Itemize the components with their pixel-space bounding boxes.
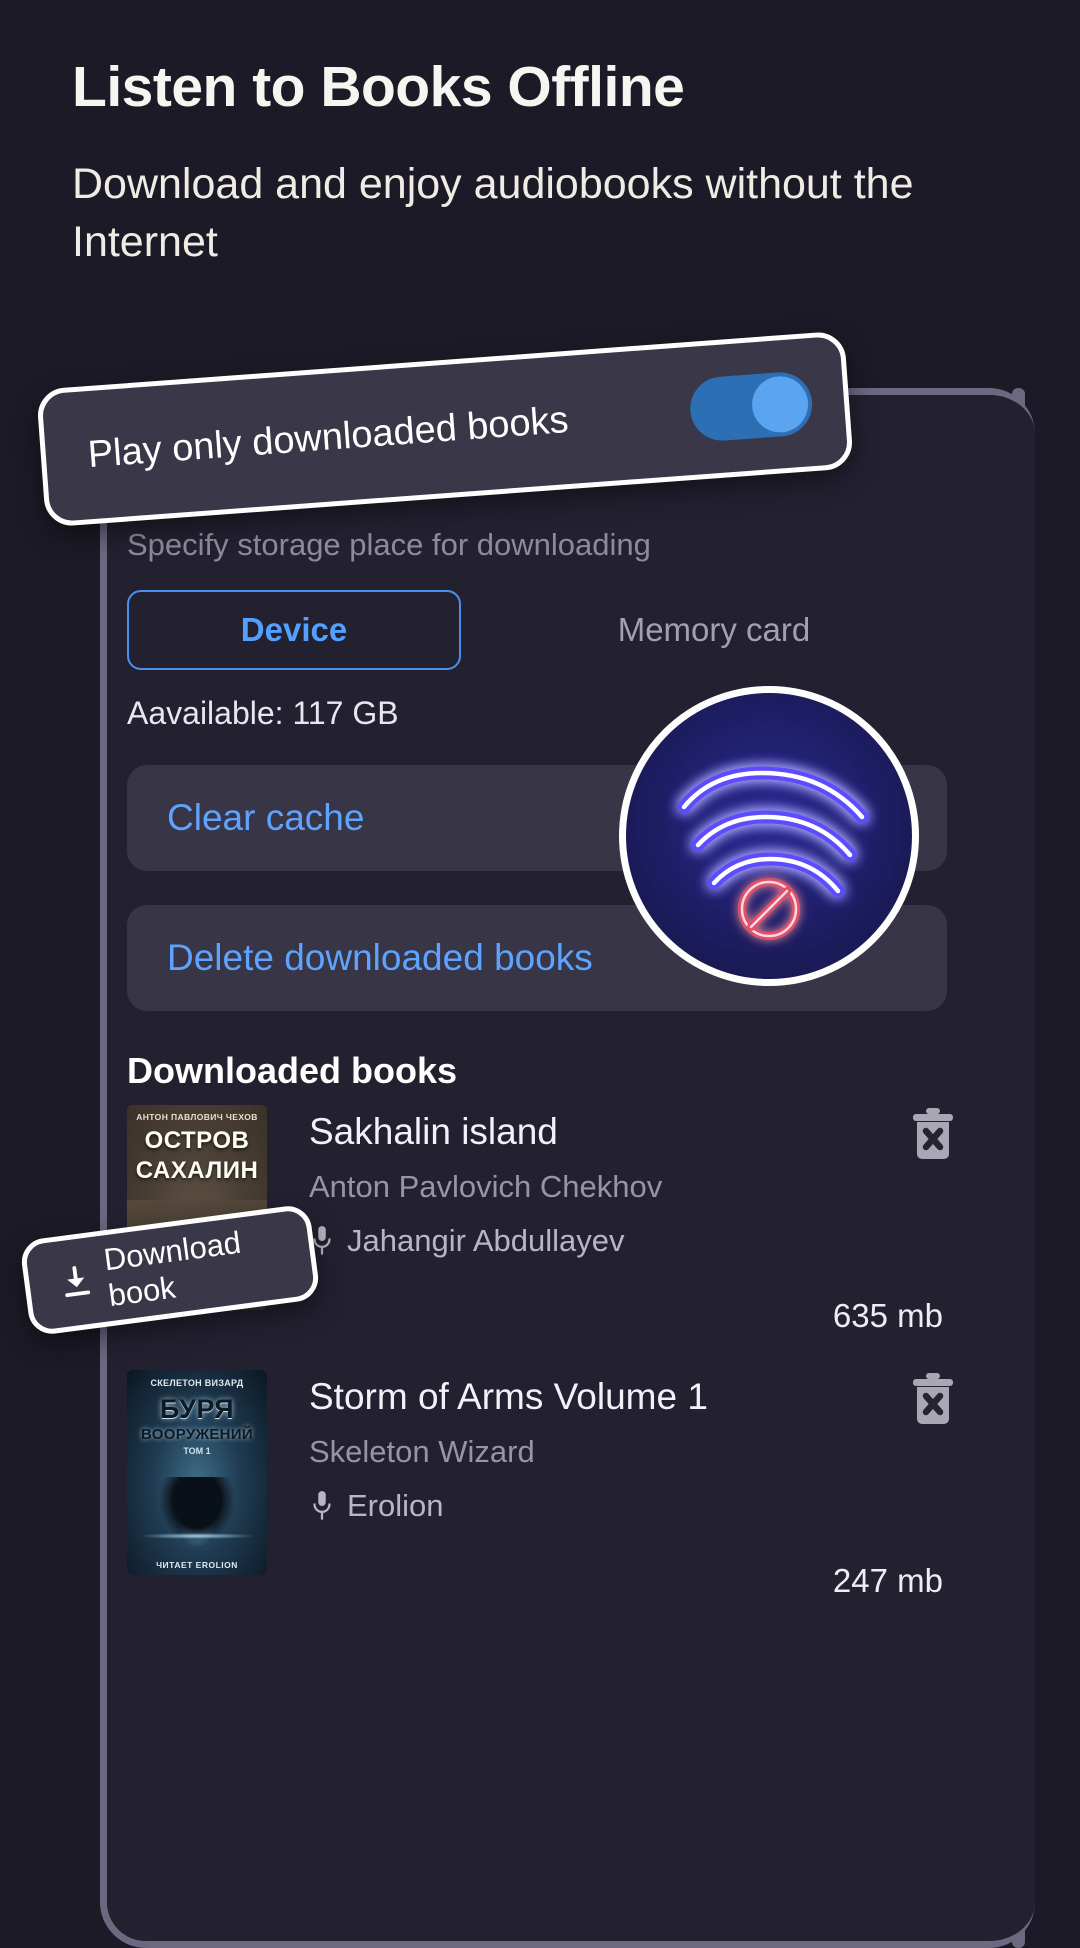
- storage-tabs: Device Memory card: [127, 590, 1007, 670]
- microphone-icon: [313, 1491, 331, 1520]
- delete-book-button[interactable]: [907, 1105, 959, 1163]
- trash-x-icon: [913, 1108, 953, 1159]
- trash-x-icon: [913, 1373, 953, 1424]
- tab-memory-card[interactable]: Memory card: [481, 611, 947, 649]
- downloaded-books-heading: Downloaded books: [127, 1050, 458, 1091]
- book-size: 247 mb: [832, 1562, 943, 1599]
- book-narrator: Jahangir Abdullayev: [347, 1223, 625, 1258]
- book-narrator: Erolion: [347, 1488, 444, 1523]
- available-storage-value: Aavailable: 117 GB: [127, 695, 399, 731]
- page-subtitle: Download and enjoy audiobooks without th…: [72, 159, 914, 266]
- cover-title-line-2: ВООРУЖЕНИЙ: [141, 1426, 253, 1443]
- cover-author-line: АНТОН ПАВЛОВИЧ ЧЕХОВ: [136, 1112, 258, 1122]
- book-title: Storm of Arms Volume 1: [309, 1376, 708, 1417]
- book-cover: СКЕЛЕТОН ВИЗАРД БУРЯ ВООРУЖЕНИЙ ТОМ 1 ЧИ…: [127, 1370, 267, 1575]
- page-title: Listen to Books Offline: [72, 55, 685, 119]
- list-item[interactable]: СКЕЛЕТОН ВИЗАРД БУРЯ ВООРУЖЕНИЙ ТОМ 1 ЧИ…: [127, 1370, 1007, 1640]
- cover-author-line: СКЕЛЕТОН ВИЗАРД: [150, 1378, 244, 1388]
- phone-screen: Specify storage place for downloading De…: [107, 395, 1035, 1941]
- cover-glow-art: [138, 1533, 256, 1539]
- storage-place-label: Specify storage place for downloading: [127, 527, 651, 562]
- promo-header: Listen to Books Offline Download and enj…: [72, 56, 1012, 271]
- book-author: Anton Pavlovich Chekhov: [309, 1169, 663, 1204]
- cover-title-line-1: БУРЯ: [159, 1394, 235, 1424]
- download-icon: [65, 1266, 91, 1298]
- play-only-downloaded-toggle[interactable]: [687, 370, 815, 443]
- book-title: Sakhalin island: [309, 1111, 558, 1152]
- phone-mockup: Specify storage place for downloading De…: [100, 388, 1035, 1948]
- cover-footer-line: ЧИТАЕТ EROLION: [156, 1560, 238, 1570]
- cover-figure-art: [152, 1476, 242, 1553]
- play-only-downloaded-label: Play only downloaded books: [86, 398, 570, 476]
- wifi-off-icon: [677, 766, 869, 940]
- cover-title-line-1: ОСТРОВ: [144, 1127, 250, 1154]
- wifi-off-badge: [619, 686, 919, 986]
- delete-book-button[interactable]: [907, 1370, 959, 1428]
- tab-device[interactable]: Device: [127, 590, 461, 670]
- book-narrator-row: Jahangir Abdullayev: [309, 1223, 624, 1259]
- cover-title-line-3: ТОМ 1: [183, 1446, 211, 1456]
- book-size: 635 mb: [832, 1297, 943, 1334]
- book-author: Skeleton Wizard: [309, 1434, 535, 1469]
- cover-title-line-2: САХАЛИН: [135, 1157, 259, 1184]
- toggle-knob: [750, 374, 811, 435]
- download-book-label: Download book: [101, 1224, 243, 1314]
- book-narrator-row: Erolion: [309, 1488, 444, 1524]
